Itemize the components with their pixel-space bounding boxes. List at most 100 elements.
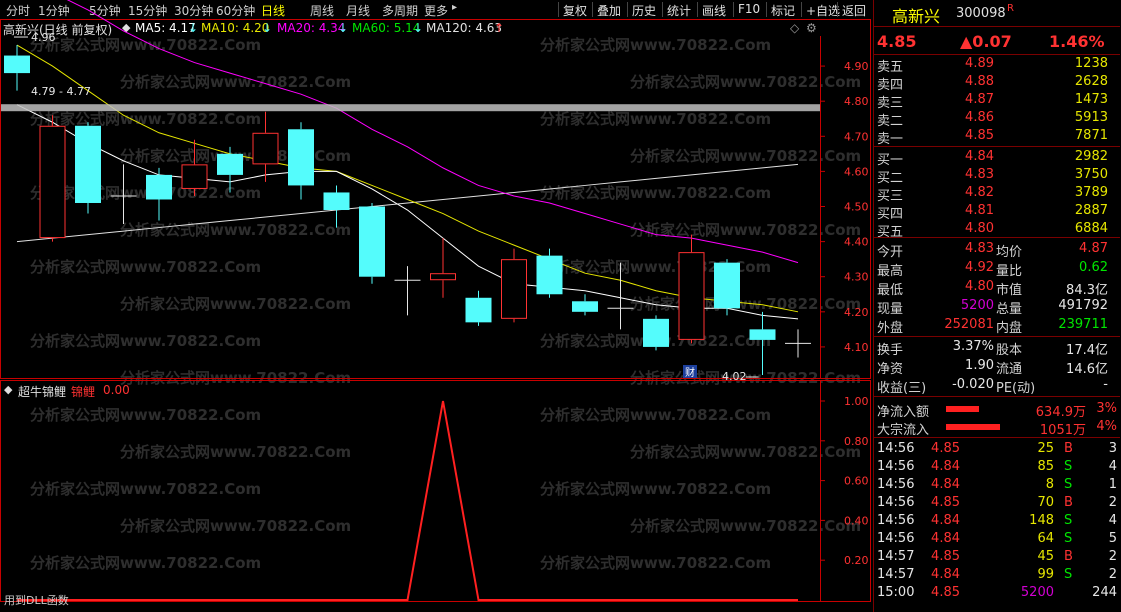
price-tick-label: 4.90 <box>844 60 869 73</box>
candle-19 <box>678 234 705 344</box>
trade-volume: 25 <box>1037 441 1054 456</box>
price-tick-label: 4.50 <box>844 201 869 214</box>
price-tick-label: 4.20 <box>844 306 869 319</box>
stat2-value: 17.4亿 <box>1066 343 1108 358</box>
high-annot-label: 4.96 <box>31 31 56 44</box>
indicator-tick-label: 0.40 <box>844 514 869 527</box>
stat-row: 现量 5200 总量 491792 <box>874 297 1120 317</box>
ask-volume: 7871 <box>1074 128 1108 143</box>
bid-row: 买五 4.80 6884 <box>874 220 1120 240</box>
watermark-text: 分析家公式网www.70822.Com <box>30 258 261 276</box>
stat2-value: - <box>1103 377 1108 392</box>
stat2-row: 净资 1.90 流通 14.6亿 <box>874 357 1120 377</box>
flow-pct: 4% <box>1096 419 1117 434</box>
chart-canvas[interactable]: 分析家公式网www.70822.Com 分析家公式网www.70822.Com 分析… <box>0 0 872 612</box>
indicator-name[interactable]: 超牛锦鲤 <box>18 383 66 400</box>
trade-price: 4.85 <box>931 441 960 456</box>
bid-price: 4.82 <box>965 185 994 200</box>
fin-badge-label: 财 <box>685 366 695 379</box>
trade-volume: 5200 <box>1020 585 1054 600</box>
trade-side: S <box>1064 477 1073 492</box>
trade-side: B <box>1064 495 1073 510</box>
trade-row: 14:56 4.84 8 S 1 <box>874 476 1120 494</box>
bid-row: 买一 4.84 2982 <box>874 148 1120 168</box>
watermark-text: 分析家公式网www.70822.Com <box>30 110 261 128</box>
candle-body <box>75 125 101 203</box>
candle-body <box>572 301 598 312</box>
stock-code: 300098 <box>956 6 1006 21</box>
watermark-text: 分析家公式网www.70822.Com <box>30 36 261 54</box>
trade-side: B <box>1064 549 1073 564</box>
stat-value: 252081 <box>944 317 994 332</box>
trade-count: 4 <box>1108 513 1117 528</box>
watermark-text: 分析家公式网www.70822.Com <box>120 517 351 535</box>
trade-side: S <box>1064 531 1073 546</box>
stat2-row: 换手 3.37% 股本 17.4亿 <box>874 338 1120 358</box>
indicator-tick-label: 0.80 <box>844 435 869 448</box>
ask-label: 卖一 <box>877 132 904 147</box>
trade-time: 14:56 <box>877 495 915 510</box>
quote-panel: 高新兴 300098 R 4.85 ▲0.07 1.46% 卖五 4.89 1238… <box>873 0 1121 612</box>
trade-time: 15:00 <box>877 585 915 600</box>
trade-price: 4.85 <box>931 549 960 564</box>
bid-price: 4.80 <box>965 221 994 236</box>
ask-price: 4.89 <box>965 56 994 71</box>
candle-15 <box>536 248 563 298</box>
watermark-text: 分析家公式网www.70822.Com <box>540 110 771 128</box>
watermark-text: 分析家公式网www.70822.Com <box>630 295 861 313</box>
stat2-row: 收益(三) -0.020 PE(动) - <box>874 376 1120 396</box>
candle-body <box>465 297 492 323</box>
stat2-value: 14.6亿 <box>1066 362 1108 377</box>
trade-side: S <box>1064 513 1073 528</box>
watermark-text: 分析家公式网www.70822.Com <box>120 443 351 461</box>
stat-label: 均价 <box>996 245 1023 260</box>
watermark-text: 分析家公式网www.70822.Com <box>540 36 771 54</box>
trade-price: 4.84 <box>931 567 960 582</box>
indicator-value: 0.00 <box>103 383 130 397</box>
trade-count: 2 <box>1108 549 1117 564</box>
collapse-icon[interactable]: ◆ <box>4 383 12 396</box>
stat2-label: 换手 <box>877 343 904 358</box>
candle-20 <box>714 259 740 316</box>
watermark-text: 分析家公式网www.70822.Com <box>30 554 261 572</box>
candle-body <box>288 129 314 186</box>
watermark-text: 分析家公式网www.70822.Com <box>120 221 351 239</box>
candle-0 <box>4 45 30 91</box>
price-tick-label: 4.60 <box>844 165 869 178</box>
trade-volume: 64 <box>1037 531 1054 546</box>
bid-volume: 6884 <box>1074 221 1108 236</box>
candle-body <box>252 132 279 165</box>
watermark-text: 分析家公式网www.70822.Com <box>630 147 861 165</box>
candle-body <box>536 255 563 295</box>
bid-price: 4.81 <box>965 203 994 218</box>
trade-time: 14:56 <box>877 459 915 474</box>
stock-name: 高新兴 <box>892 7 941 26</box>
price-tick-label: 4.40 <box>844 236 869 249</box>
candle-18 <box>643 315 669 351</box>
flow-amount: 1051万 <box>1039 423 1086 438</box>
trade-time: 14:56 <box>877 441 915 456</box>
flow-row: 大宗流入 1051万 4% <box>874 418 1120 438</box>
stat-label: 市值 <box>996 283 1023 298</box>
candle-body <box>4 55 30 74</box>
line-annot-label: 4.79 - 4.77 <box>31 85 91 98</box>
trade-count: 3 <box>1108 441 1117 456</box>
trade-side: B <box>1064 441 1073 456</box>
stat2-label: 股本 <box>996 343 1023 358</box>
bid-price: 4.83 <box>965 167 994 182</box>
ask-price: 4.88 <box>965 74 994 89</box>
trade-volume: 70 <box>1037 495 1054 510</box>
bid-volume: 3789 <box>1074 185 1108 200</box>
candle-body <box>749 329 776 340</box>
watermark-text: 分析家公式网www.70822.Com <box>540 406 771 424</box>
ask-price: 4.86 <box>965 110 994 125</box>
candle-body <box>678 252 705 340</box>
watermark-text: 分析家公式网www.70822.Com <box>630 221 861 239</box>
flow-label: 大宗流入 <box>877 423 930 438</box>
flow-pct: 3% <box>1096 401 1117 416</box>
candle-2 <box>75 122 101 214</box>
trade-time: 14:57 <box>877 567 915 582</box>
stat2-value: -0.020 <box>952 377 994 392</box>
stat2-label: 流通 <box>996 362 1023 377</box>
low-annot-label: 4.02 <box>722 370 747 383</box>
